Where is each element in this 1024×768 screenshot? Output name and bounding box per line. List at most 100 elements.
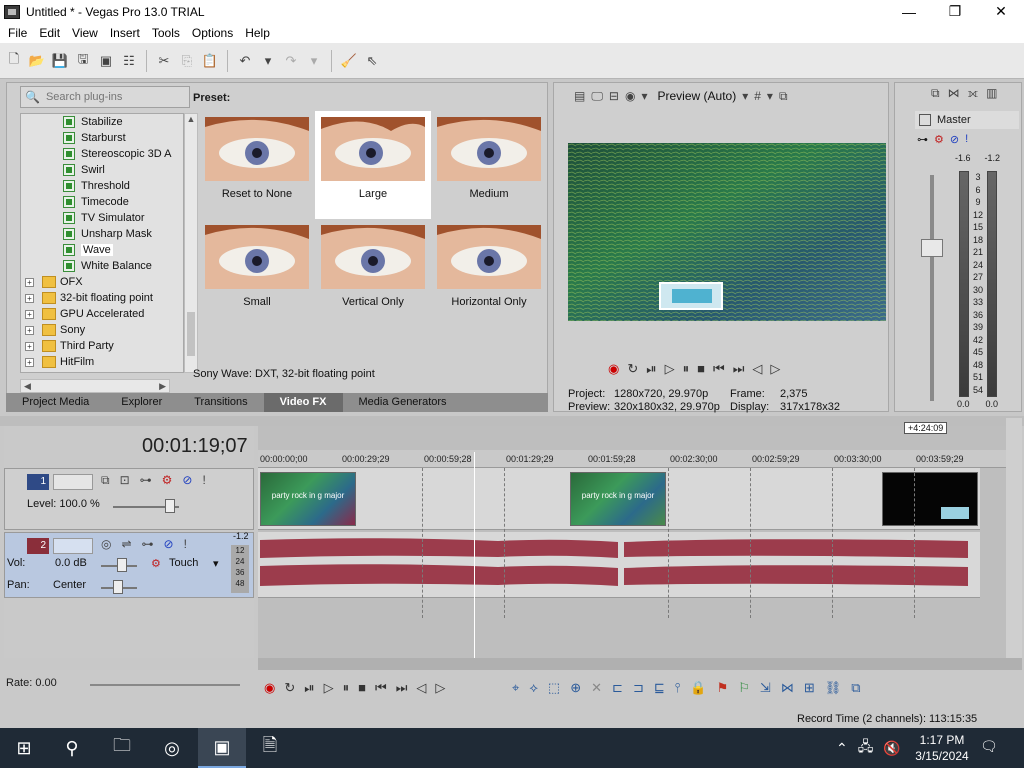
preview-properties-icon[interactable]: ▤ [574, 89, 585, 103]
go-to-end-icon[interactable]: ⏭ [733, 361, 745, 377]
whats-this-icon[interactable]: ⇖ [362, 51, 382, 71]
expand-icon[interactable]: + [25, 309, 34, 319]
snapping-icon[interactable]: ⇲ [760, 680, 771, 696]
preset-vertical-only[interactable]: Vertical Only [315, 219, 431, 327]
tree-folder-32bit[interactable]: +32-bit floating point [21, 290, 183, 306]
pan-slider-thumb[interactable] [113, 580, 123, 594]
event-fx-icon[interactable] [941, 507, 969, 519]
menu-view[interactable]: View [66, 26, 104, 40]
open-folder-icon[interactable]: 📂 [27, 51, 47, 71]
tree-folder-third-party[interactable]: + Third Party [21, 338, 183, 354]
preset-medium[interactable]: Medium [431, 111, 547, 219]
tab-media-generators[interactable]: Media Generators [343, 393, 463, 412]
automation-mode[interactable]: Touch [169, 557, 198, 569]
dropdown-icon[interactable]: ▾ [641, 89, 647, 103]
expand-icon[interactable]: + [25, 277, 34, 287]
menu-options[interactable]: Options [186, 26, 239, 40]
preset-large[interactable]: Large [315, 111, 431, 219]
tree-item-wave[interactable]: Wave [21, 242, 183, 258]
tree-item-stereoscopic[interactable]: Stereoscopic 3D A [21, 146, 183, 162]
mute-icon[interactable]: ⊘ [182, 473, 192, 488]
minimize-button[interactable]: — [886, 0, 932, 23]
level-slider-thumb[interactable] [165, 499, 175, 513]
loop-playback-icon[interactable]: ↻ [284, 680, 295, 696]
copy-icon[interactable]: ⎘ [177, 51, 197, 71]
solo-icon[interactable]: ! [184, 537, 187, 551]
loop-icon[interactable]: ↻ [627, 361, 638, 377]
dim-output-icon[interactable]: ⟗ [968, 86, 979, 101]
overlays-icon[interactable]: # [754, 89, 761, 103]
copy-snapshot-icon[interactable]: ⧉ [779, 89, 788, 104]
normal-edit-tool-icon[interactable]: ⌖ [512, 680, 519, 696]
record-icon[interactable]: ◉ [264, 680, 275, 696]
video-track-lane[interactable]: party rock in g major party rock in g ma… [258, 468, 980, 530]
external-monitor-icon[interactable]: 🖵 [591, 89, 603, 104]
audio-track-lane[interactable] [258, 532, 980, 598]
invert-phase-icon[interactable]: ⇌ [121, 537, 131, 551]
master-fader-track[interactable] [930, 175, 934, 401]
timeline-horizontal-scrollbar[interactable] [258, 658, 1022, 670]
delete-icon[interactable]: ✕ [591, 680, 602, 696]
master-fx-icon[interactable]: ⚙ [934, 133, 944, 146]
tab-video-fx[interactable]: Video FX [263, 393, 343, 412]
tree-folder-hitfilm[interactable]: + HitFilm [21, 354, 183, 370]
lock-icon[interactable]: 🔒 [690, 680, 706, 696]
undo-dropdown-icon[interactable]: ▾ [258, 51, 278, 71]
audio-track-header[interactable]: 2 ◎ ⇌ ⊶ ⊘ ! Vol: 0.0 dB ⚙ Touch ▾ Pan: C… [4, 531, 254, 598]
clock[interactable]: 1:17 PM 3/15/2024 [914, 732, 970, 764]
chevron-up-icon[interactable]: ⌃ [836, 740, 848, 757]
play-from-start-icon[interactable]: ⏯ [646, 361, 656, 377]
dropdown-icon[interactable]: ▾ [767, 89, 773, 103]
stop-icon[interactable]: ■ [358, 680, 366, 696]
menu-tools[interactable]: Tools [146, 26, 186, 40]
expand-icon[interactable]: + [25, 325, 34, 335]
trim-start-icon[interactable]: ⊐ [633, 680, 644, 696]
track-motion-icon[interactable]: ⊡ [120, 473, 130, 488]
ignore-grouping-icon[interactable]: ⧉ [851, 680, 860, 696]
time-ruler[interactable]: 00:00:00;00 00:00:29;29 00:00:59;28 00:0… [258, 450, 1006, 468]
split-icon[interactable]: ⫯ [675, 680, 681, 696]
menu-help[interactable]: Help [239, 26, 276, 40]
go-to-end-icon[interactable]: ⏭ [396, 680, 408, 696]
menu-file[interactable]: File [2, 26, 33, 40]
render-icon[interactable]: ▣ [96, 51, 116, 71]
tree-item-starburst[interactable]: Starburst [21, 130, 183, 146]
marker-bar[interactable]: +4:24:09 [258, 422, 1006, 434]
auto-ripple-icon[interactable]: ⋈ [781, 680, 794, 696]
chrome-icon[interactable]: ◎ [148, 728, 196, 768]
preset-horizontal-only[interactable]: Horizontal Only [431, 219, 547, 327]
save-as-icon[interactable]: 🖫 [73, 51, 93, 71]
ripple-mode-icon[interactable]: ⊞ [804, 680, 815, 696]
selection-tool-icon[interactable]: ⬚ [548, 680, 560, 696]
timeline[interactable]: +4:24:09 00:00:00;00 00:00:29;29 00:00:5… [258, 422, 1006, 658]
tab-explorer[interactable]: Explorer [105, 393, 178, 412]
video-event[interactable]: party rock in g major [260, 472, 356, 526]
tree-item-tv-simulator[interactable]: TV Simulator [21, 210, 183, 226]
next-frame-icon[interactable]: ▷ [770, 361, 780, 377]
expand-icon[interactable]: + [25, 357, 34, 367]
expand-keyframe-icon[interactable]: ⊶ [140, 473, 152, 488]
maximize-button[interactable]: ❐ [932, 0, 978, 23]
menu-edit[interactable]: Edit [33, 26, 66, 40]
preview-quality-dropdown[interactable]: Preview (Auto) [658, 89, 737, 103]
video-event[interactable]: party rock in g major [570, 472, 666, 526]
timeline-vertical-scrollbar[interactable] [1006, 418, 1022, 658]
paste-icon[interactable]: 📋 [200, 51, 220, 71]
previous-frame-icon[interactable]: ◁ [416, 680, 426, 696]
track-name-field[interactable] [53, 474, 93, 490]
file-explorer-icon[interactable]: 🗀 [98, 728, 146, 768]
play-icon[interactable]: ▷ [665, 361, 675, 377]
volume-slider-thumb[interactable] [117, 558, 127, 572]
pause-icon[interactable]: ⏸ [683, 361, 690, 377]
app-taskbar-icon[interactable]: 🗎 [246, 728, 294, 768]
dropdown-icon[interactable]: ▾ [742, 89, 748, 103]
search-icon[interactable]: ⚲ [48, 728, 96, 768]
enable-snapping-icon[interactable]: 🧹 [339, 51, 359, 71]
go-to-start-icon[interactable]: ⏮ [713, 361, 725, 377]
downmix-icon[interactable]: ⋈ [948, 86, 960, 100]
tree-horizontal-scrollbar[interactable]: ◀ ▶ [20, 379, 170, 393]
undo-icon[interactable]: ↶ [235, 51, 255, 71]
tab-transitions[interactable]: Transitions [178, 393, 263, 412]
play-icon[interactable]: ▷ [324, 680, 334, 696]
tree-item-unsharp-mask[interactable]: Unsharp Mask [21, 226, 183, 242]
